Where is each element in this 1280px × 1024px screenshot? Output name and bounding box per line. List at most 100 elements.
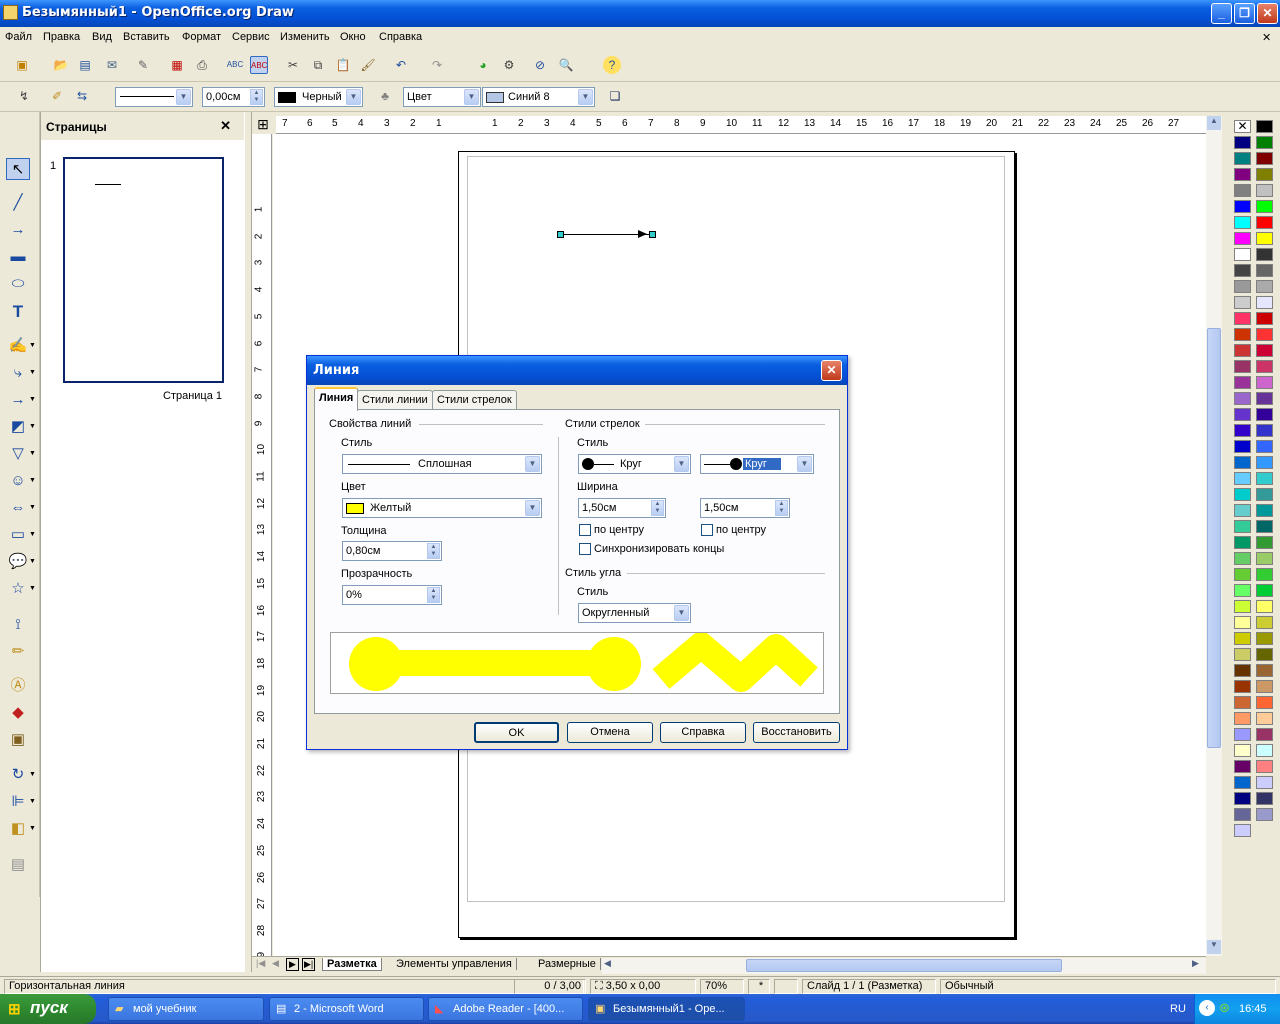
color-swatch[interactable] <box>1256 328 1273 341</box>
arrow-tool-icon[interactable]: → <box>6 219 30 241</box>
from-file-icon[interactable]: ◆ <box>6 702 30 724</box>
3d-objects-icon[interactable]: ◩ <box>6 416 30 438</box>
color-swatch[interactable] <box>1234 616 1251 629</box>
rotate-icon[interactable]: ↻ <box>6 764 30 786</box>
layer-tab-controls[interactable]: Элементы управления <box>392 958 517 970</box>
callouts-icon[interactable]: 💬 <box>6 551 30 573</box>
gallery-icon[interactable]: ▣ <box>6 729 30 751</box>
color-swatch[interactable] <box>1234 264 1251 277</box>
color-swatch[interactable] <box>1234 408 1251 421</box>
compass-icon[interactable]: ⊘ <box>531 56 549 74</box>
menu-format[interactable]: Формат <box>182 31 221 43</box>
autospell-icon[interactable]: ABC <box>250 56 268 74</box>
color-swatch[interactable] <box>1234 248 1251 261</box>
color-swatch[interactable] <box>1256 776 1273 789</box>
color-swatch[interactable] <box>1234 296 1251 309</box>
color-swatch[interactable] <box>1234 760 1251 773</box>
minimize-button[interactable]: _ <box>1211 3 1232 24</box>
menu-tools[interactable]: Сервис <box>232 31 270 43</box>
first-tab-icon[interactable]: |◀ <box>256 958 265 969</box>
glue-points-icon[interactable]: ✏ <box>6 641 30 663</box>
pdf-icon[interactable]: ▦ <box>168 56 186 74</box>
start-arrow-combo[interactable]: Круг ▼ <box>578 454 691 474</box>
menu-insert[interactable]: Вставить <box>123 31 170 43</box>
color-swatch[interactable] <box>1234 664 1251 677</box>
help-icon[interactable]: ? <box>603 56 621 74</box>
end-center-checkbox[interactable] <box>701 524 713 536</box>
color-swatch[interactable] <box>1256 136 1273 149</box>
color-swatch[interactable] <box>1234 136 1251 149</box>
color-swatch[interactable] <box>1256 392 1273 405</box>
color-swatch[interactable] <box>1256 728 1273 741</box>
close-button[interactable]: ✕ <box>1257 3 1278 24</box>
text-icon[interactable]: T <box>6 301 30 323</box>
line-tool-icon[interactable]: ╱ <box>6 192 30 214</box>
start-button[interactable]: ⊞ пуск <box>0 994 96 1024</box>
cancel-button[interactable]: Отмена <box>567 722 653 743</box>
color-swatch[interactable] <box>1234 184 1251 197</box>
menu-modify[interactable]: Изменить <box>280 31 330 43</box>
email-icon[interactable]: ✉ <box>103 56 121 74</box>
hscroll-thumb[interactable] <box>746 959 1062 972</box>
color-swatch[interactable] <box>1256 312 1273 325</box>
scroll-left-icon[interactable]: ◀ <box>604 958 611 969</box>
paste-icon[interactable]: 📋 <box>334 56 352 74</box>
color-swatch[interactable] <box>1234 600 1251 613</box>
last-tab-icon[interactable]: ▶| <box>302 958 316 971</box>
color-swatch[interactable] <box>1256 520 1273 533</box>
color-swatch[interactable] <box>1234 536 1251 549</box>
line-color-combo[interactable]: Желтый ▼ <box>342 498 542 518</box>
color-swatch[interactable] <box>1234 808 1251 821</box>
color-swatch[interactable] <box>1234 632 1251 645</box>
area-color-select[interactable]: Синий 8 ▼ <box>482 87 595 107</box>
tab-line[interactable]: Линия <box>314 387 359 411</box>
ellipse-icon[interactable]: ⬭ <box>6 273 30 295</box>
layer-tab-layout[interactable]: Разметка <box>322 958 382 971</box>
tray-expand-icon[interactable]: ‹ <box>1199 1000 1215 1016</box>
color-swatch[interactable] <box>1256 632 1273 645</box>
color-swatch[interactable] <box>1256 584 1273 597</box>
color-swatch[interactable] <box>1234 696 1251 709</box>
styles-icon[interactable]: ↯ <box>15 87 33 105</box>
color-swatch[interactable] <box>1256 792 1273 805</box>
page-thumbnail[interactable] <box>63 157 224 383</box>
no-fill-swatch[interactable]: ✕ <box>1234 120 1251 133</box>
flowchart-icon[interactable]: ▭ <box>6 524 30 546</box>
corner-style-combo[interactable]: Округленный ▼ <box>578 603 691 623</box>
arrow-style-icon[interactable]: ⇆ <box>73 87 91 105</box>
color-swatch[interactable] <box>1234 648 1251 661</box>
color-swatch[interactable] <box>1256 344 1273 357</box>
fontwork-icon[interactable]: Ⓐ <box>6 675 30 697</box>
color-swatch[interactable] <box>1234 792 1251 805</box>
next-tab-icon[interactable]: ▶ <box>286 958 299 971</box>
color-swatch[interactable] <box>1234 776 1251 789</box>
color-swatch[interactable] <box>1234 392 1251 405</box>
color-swatch[interactable] <box>1256 648 1273 661</box>
color-swatch[interactable] <box>1234 744 1251 757</box>
color-swatch[interactable] <box>1256 744 1273 757</box>
connector-icon[interactable]: ⤷ <box>6 362 30 384</box>
color-swatch[interactable] <box>1256 536 1273 549</box>
area-icon[interactable]: ♣ <box>376 87 394 105</box>
color-swatch[interactable] <box>1256 168 1273 181</box>
color-swatch[interactable] <box>1256 184 1273 197</box>
color-swatch[interactable] <box>1256 200 1273 213</box>
color-swatch[interactable] <box>1234 152 1251 165</box>
color-swatch[interactable] <box>1256 424 1273 437</box>
color-swatch[interactable] <box>1256 440 1273 453</box>
scroll-up-icon[interactable]: ▲ <box>1207 116 1221 130</box>
color-swatch[interactable] <box>1256 216 1273 229</box>
task-word[interactable]: ▤ 2 - Microsoft Word <box>269 997 424 1021</box>
panel-close-icon[interactable]: ✕ <box>220 118 231 134</box>
prev-tab-icon[interactable]: ◀ <box>272 958 279 969</box>
handle-start[interactable] <box>557 231 564 238</box>
color-swatch[interactable] <box>1256 264 1273 277</box>
color-swatch[interactable] <box>1234 376 1251 389</box>
color-swatch[interactable] <box>1256 248 1273 261</box>
start-width-spin[interactable]: 1,50см ▲ ▼ <box>578 498 666 518</box>
chart-icon[interactable]: ◕ <box>474 56 492 74</box>
tab-arrow-styles[interactable]: Стили стрелок <box>432 390 517 410</box>
help-button[interactable]: Справка <box>660 722 746 743</box>
start-center-checkbox[interactable] <box>579 524 591 536</box>
color-swatch[interactable] <box>1234 520 1251 533</box>
